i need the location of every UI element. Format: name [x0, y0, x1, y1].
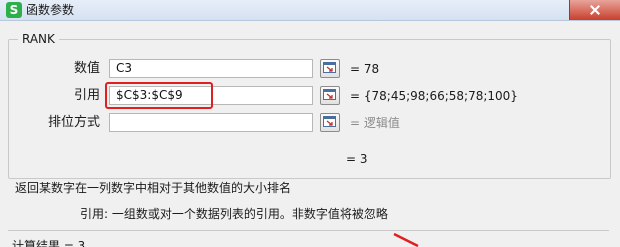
collapse-dialog-icon: [323, 89, 336, 100]
highlight-annotation: [105, 82, 213, 109]
number-ref-button[interactable]: [320, 59, 340, 78]
app-icon: S: [6, 2, 22, 18]
collapse-dialog-icon: [323, 116, 336, 127]
order-input[interactable]: [109, 113, 313, 132]
annotation-arrow: [393, 232, 419, 247]
number-input[interactable]: C3: [109, 59, 313, 78]
separator: [8, 230, 609, 231]
order-evaluated-value: = 逻辑值: [350, 116, 400, 130]
function-arguments-dialog: S 函数参数 RANK 数值 C3 = 78 引用 $C$3:$C$9 = {7…: [0, 0, 620, 247]
function-description: 返回某数字在一列数字中相对于其他数值的大小排名: [15, 181, 292, 195]
number-evaluated-value: = 78: [350, 62, 380, 76]
calculation-result: 计算结果 = 3: [12, 239, 86, 247]
collapse-dialog-icon: [323, 62, 336, 73]
ref-evaluated-value: = {78;45;98;66;58;78;100}: [350, 89, 518, 103]
title-bar: S 函数参数: [0, 0, 620, 21]
parameter-help: 引用: 一组数或对一个数据列表的引用。非数字值将被忽略: [80, 207, 388, 221]
ref-ref-button[interactable]: [320, 86, 340, 105]
argument-label-ref: 引用: [73, 88, 100, 103]
argument-label-number: 数值: [73, 61, 100, 76]
function-name: RANK: [18, 31, 59, 47]
argument-label-order: 排位方式: [47, 115, 100, 130]
dialog-title: 函数参数: [26, 3, 75, 17]
formula-result: = 3: [346, 152, 368, 166]
order-ref-button[interactable]: [320, 113, 340, 132]
close-button[interactable]: [569, 0, 620, 20]
